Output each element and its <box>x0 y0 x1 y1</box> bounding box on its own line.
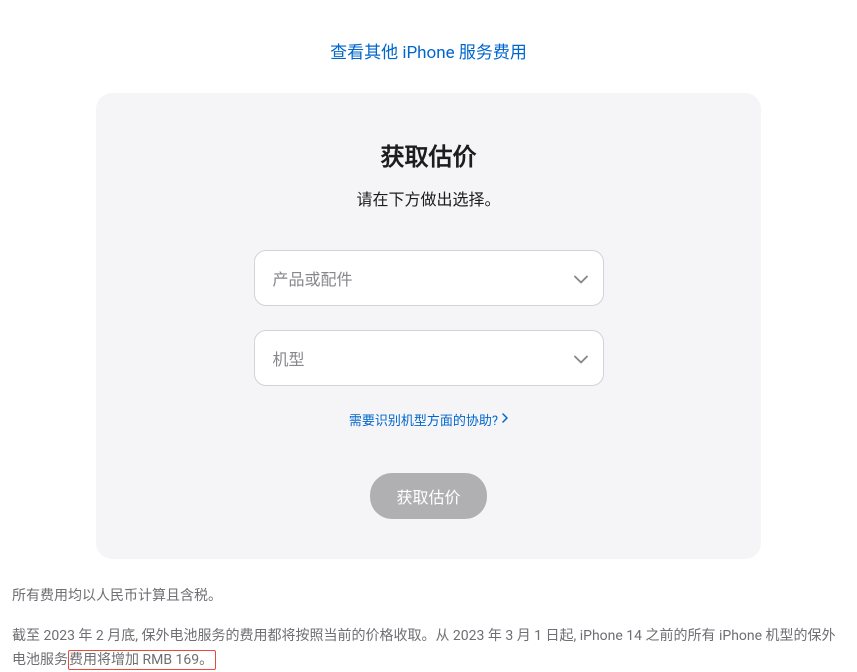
view-other-services-link[interactable]: 查看其他 iPhone 服务费用 <box>330 43 527 63</box>
model-select-placeholder: 机型 <box>273 346 305 370</box>
help-identify-link[interactable]: 需要识别机型方面的协助? <box>349 410 508 429</box>
model-select[interactable]: 机型 <box>254 330 604 386</box>
chevron-right-icon <box>502 412 508 427</box>
get-estimate-button[interactable]: 获取估价 <box>370 473 486 519</box>
product-select-placeholder: 产品或配件 <box>273 266 353 290</box>
estimate-card: 获取估价 请在下方做出选择。 产品或配件 机型 需要识别机型方面的协助? 获取估… <box>96 93 761 559</box>
product-select[interactable]: 产品或配件 <box>254 250 604 306</box>
footer-line-2: 截至 2023 年 2 月底, 保外电池服务的费用都将按照当前的价格收取。从 2… <box>12 625 845 672</box>
footer-line-1: 所有费用均以人民币计算且含税。 <box>12 585 845 609</box>
card-title: 获取估价 <box>146 137 711 172</box>
card-subtitle: 请在下方做出选择。 <box>146 186 711 210</box>
footer-notes: 所有费用均以人民币计算且含税。 截至 2023 年 2 月底, 保外电池服务的费… <box>0 559 857 672</box>
highlighted-price-increase: 费用将增加 RMB 169。 <box>68 650 216 670</box>
help-link-label: 需要识别机型方面的协助? <box>349 410 498 429</box>
